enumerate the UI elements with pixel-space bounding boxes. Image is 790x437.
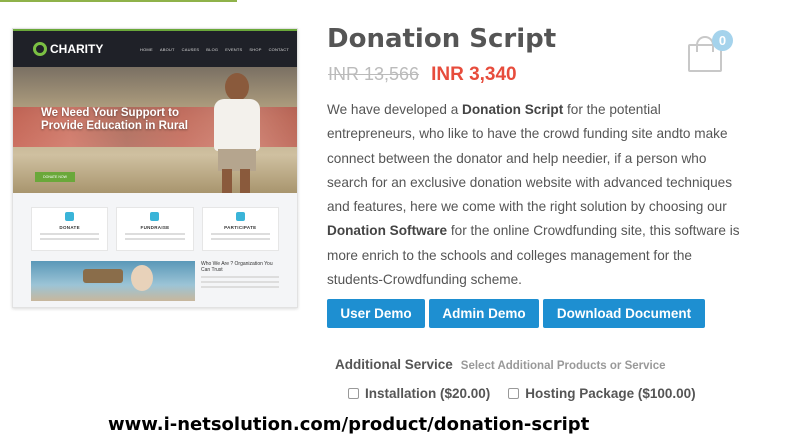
thumb-photo	[31, 261, 195, 301]
thumb-card: FUNDRAISE	[116, 207, 194, 251]
product-description: We have developed a Donation Script for …	[327, 98, 747, 292]
thumb-menu-item: ABOUT	[159, 46, 175, 52]
sale-price: INR 3,340	[431, 64, 517, 85]
card-title: DONATE	[59, 225, 80, 230]
top-accent-bar	[0, 0, 790, 2]
desc-bold: Donation Software	[327, 223, 448, 239]
thumb-menu-item: CAUSES	[181, 46, 200, 52]
cart-button[interactable]: 0	[686, 30, 736, 74]
charity-logo: CHARITY	[33, 42, 103, 56]
logo-ring-icon	[33, 42, 47, 56]
user-demo-button[interactable]: User Demo	[327, 299, 425, 328]
installation-option[interactable]: Installation ($20.00)	[348, 386, 490, 401]
footer-url: www.i-netsolution.com/product/donation-s…	[108, 414, 590, 435]
hero-child-figure	[208, 73, 266, 193]
admin-demo-button[interactable]: Admin Demo	[429, 299, 539, 328]
people-icon	[235, 212, 245, 221]
old-price: INR 13,566	[328, 64, 420, 84]
card-title: PARTICIPATE	[224, 225, 257, 230]
installation-label: Installation ($20.00)	[365, 386, 491, 401]
hosting-checkbox[interactable]	[508, 388, 520, 399]
download-document-button[interactable]: Download Document	[543, 299, 705, 328]
thumb-menu-item: HOME	[140, 46, 153, 52]
service-options: Installation ($20.00) Hosting Package ($…	[348, 386, 696, 401]
thumb-cards: DONATE FUNDRAISE PARTICIPATE	[13, 193, 297, 251]
leaf-icon	[150, 212, 160, 221]
additional-service: Additional Service Select Additional Pro…	[335, 357, 666, 372]
thumb-bottom: Who We Are ? Organization You Can Trust	[13, 251, 297, 301]
heart-icon	[65, 212, 75, 221]
thumb-menu: HOME ABOUT CAUSES BLOG EVENTS SHOP CONTA…	[140, 47, 289, 52]
card-title: FUNDRAISE	[140, 225, 170, 230]
additional-service-heading: Additional Service	[335, 357, 453, 372]
thumb-card: DONATE	[31, 207, 109, 251]
desc-text: We have developed a	[327, 102, 463, 117]
thumb-hero: We Need Your Support to Provide Educatio…	[13, 67, 297, 193]
action-buttons: User Demo Admin Demo Download Document	[327, 299, 705, 328]
hosting-label: Hosting Package ($100.00)	[525, 386, 696, 401]
hero-donate-button: DONATE NOW	[35, 172, 75, 182]
logo-text: CHARITY	[50, 42, 104, 56]
thumb-menu-item: BLOG	[206, 46, 219, 52]
additional-service-subheading: Select Additional Products or Service	[460, 360, 666, 372]
product-image[interactable]: CHARITY HOME ABOUT CAUSES BLOG EVENTS SH…	[12, 28, 298, 308]
cart-count-badge: 0	[712, 30, 733, 51]
installation-checkbox[interactable]	[348, 388, 359, 399]
thumb-card: PARTICIPATE	[201, 207, 279, 251]
thumb-navbar: CHARITY HOME ABOUT CAUSES BLOG EVENTS SH…	[13, 31, 297, 67]
desc-bold: Donation Script	[462, 102, 564, 117]
desc-text: for the potential entrepreneurs, who lik…	[327, 102, 733, 215]
thumb-menu-item: CONTACT	[268, 46, 289, 52]
thumb-who: Who We Are ? Organization You Can Trust	[201, 261, 279, 301]
who-title: Who We Are ? Organization You Can Trust	[201, 261, 273, 273]
price-block: INR 13,566 INR 3,340	[328, 64, 517, 86]
hero-headline: We Need Your Support to Provide Educatio…	[41, 107, 188, 132]
hosting-option[interactable]: Hosting Package ($100.00)	[508, 386, 696, 401]
thumb-menu-item: SHOP	[249, 46, 262, 52]
thumb-menu-item: EVENTS	[225, 46, 243, 52]
product-title: Donation Script	[327, 24, 557, 54]
